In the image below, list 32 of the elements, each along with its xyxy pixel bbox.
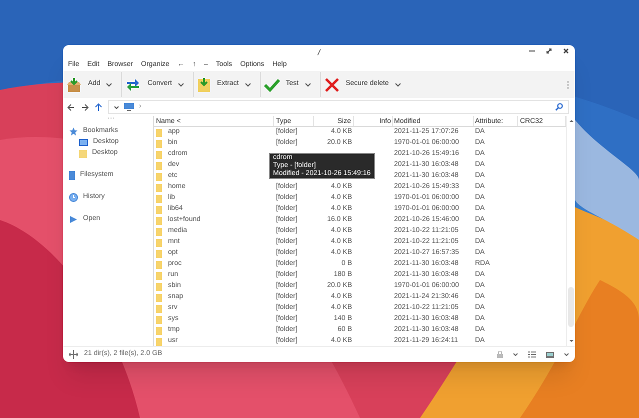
caret-icon[interactable]	[244, 82, 251, 86]
check-icon	[264, 76, 280, 92]
caret-icon[interactable]	[178, 82, 184, 86]
caret-icon[interactable]	[106, 82, 112, 86]
forward-icon[interactable]	[81, 104, 89, 110]
star-icon	[69, 127, 78, 136]
drive-icon	[69, 171, 75, 180]
desktop-icon	[79, 139, 88, 146]
play-icon	[69, 215, 78, 224]
scrollbar-thumb[interactable]	[568, 287, 574, 327]
clock-icon	[69, 193, 78, 202]
box-icon	[66, 76, 82, 92]
maximize-icon[interactable]	[546, 48, 552, 54]
back-icon[interactable]	[67, 104, 75, 110]
caret-icon[interactable]	[394, 82, 401, 86]
caret-icon[interactable]	[564, 353, 569, 356]
folder-icon	[79, 150, 87, 158]
caret-icon[interactable]	[114, 106, 119, 108]
close-icon[interactable]	[563, 48, 569, 54]
arrows-icon	[125, 76, 142, 92]
scroll-down-icon[interactable]	[568, 339, 574, 343]
minimize-icon[interactable]	[529, 48, 535, 54]
cross-icon	[324, 76, 340, 92]
up-icon[interactable]	[95, 103, 102, 111]
computer-icon	[124, 103, 134, 111]
caret-icon[interactable]	[304, 82, 311, 86]
move-icon[interactable]	[69, 350, 78, 359]
list-view-icon[interactable]	[528, 351, 536, 358]
window-title: /	[318, 46, 320, 58]
caret-icon[interactable]	[513, 353, 518, 356]
search-icon[interactable]	[555, 103, 563, 111]
screen-icon[interactable]	[546, 352, 554, 358]
